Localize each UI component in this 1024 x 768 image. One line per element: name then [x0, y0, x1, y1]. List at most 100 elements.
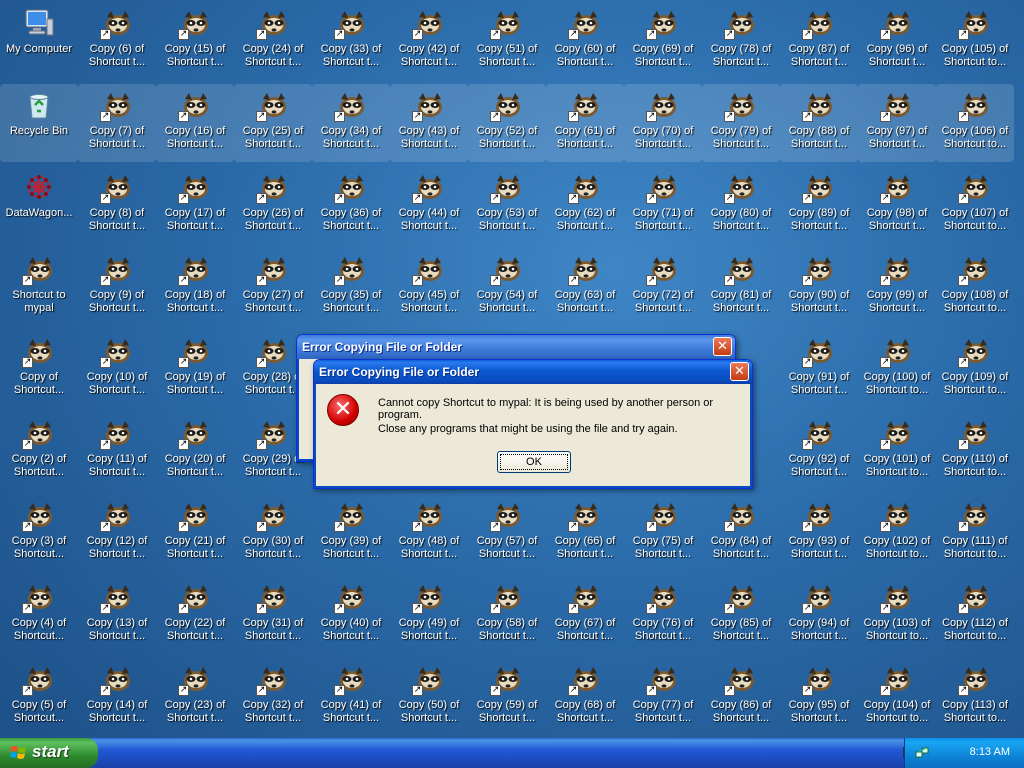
desktop-shortcut[interactable]: ↗ Copy (112) of Shortcut to... — [936, 576, 1014, 654]
desktop-shortcut[interactable]: ↗ Copy (90) of Shortcut t... — [780, 248, 858, 326]
desktop-shortcut[interactable]: ↗ Copy (31) of Shortcut t... — [234, 576, 312, 654]
desktop-shortcut[interactable]: ↗ Copy (41) of Shortcut t... — [312, 658, 390, 736]
desktop-shortcut[interactable]: ↗ Copy (49) of Shortcut t... — [390, 576, 468, 654]
desktop-shortcut[interactable]: ↗ Copy (78) of Shortcut t... — [702, 2, 780, 80]
desktop-shortcut[interactable]: ↗ Copy (34) of Shortcut t... — [312, 84, 390, 162]
desktop-shortcut[interactable]: ↗ Copy (7) of Shortcut t... — [78, 84, 156, 162]
desktop-shortcut[interactable]: ↗ Copy (3) of Shortcut... — [0, 494, 78, 572]
desktop-shortcut[interactable]: ↗ Copy (62) of Shortcut t... — [546, 166, 624, 244]
desktop-shortcut[interactable]: ↗ Copy (21) of Shortcut t... — [156, 494, 234, 572]
desktop-shortcut[interactable]: ↗ Copy (8) of Shortcut t... — [78, 166, 156, 244]
desktop-shortcut[interactable]: ↗ Copy (51) of Shortcut t... — [468, 2, 546, 80]
desktop-shortcut[interactable]: ↗ Copy (109) of Shortcut to... — [936, 330, 1014, 408]
desktop-shortcut[interactable]: ↗ Copy (19) of Shortcut t... — [156, 330, 234, 408]
desktop-shortcut[interactable]: ↗ Copy (54) of Shortcut t... — [468, 248, 546, 326]
desktop-shortcut[interactable]: ↗ Copy (50) of Shortcut t... — [390, 658, 468, 736]
desktop-shortcut[interactable]: ↗ Copy (105) of Shortcut to... — [936, 2, 1014, 80]
desktop-shortcut[interactable]: ↗ Copy (67) of Shortcut t... — [546, 576, 624, 654]
start-button[interactable]: start — [0, 738, 98, 768]
desktop-shortcut[interactable]: ↗ Copy (25) of Shortcut t... — [234, 84, 312, 162]
desktop-shortcut[interactable]: ↗ Copy (61) of Shortcut t... — [546, 84, 624, 162]
desktop-shortcut[interactable]: ↗ Copy (101) of Shortcut to... — [858, 412, 936, 490]
close-icon[interactable]: ✕ — [730, 362, 749, 381]
desktop-shortcut[interactable]: ↗ Copy (79) of Shortcut t... — [702, 84, 780, 162]
desktop-shortcut[interactable]: ↗ Copy (88) of Shortcut t... — [780, 84, 858, 162]
desktop-shortcut[interactable]: ↗ Copy (24) of Shortcut t... — [234, 2, 312, 80]
desktop-shortcut[interactable]: ↗ Copy (97) of Shortcut t... — [858, 84, 936, 162]
desktop-shortcut[interactable]: ↗ Copy (77) of Shortcut t... — [624, 658, 702, 736]
desktop-shortcut[interactable]: ↗ Copy (40) of Shortcut t... — [312, 576, 390, 654]
close-icon[interactable]: ✕ — [713, 337, 732, 356]
desktop-shortcut[interactable]: ↗ Copy (48) of Shortcut t... — [390, 494, 468, 572]
desktop-shortcut[interactable]: ↗ Copy (95) of Shortcut t... — [780, 658, 858, 736]
desktop-shortcut[interactable]: ↗ Copy (70) of Shortcut t... — [624, 84, 702, 162]
desktop-shortcut[interactable]: ↗ Copy (96) of Shortcut t... — [858, 2, 936, 80]
desktop-shortcut[interactable]: ↗ Copy (98) of Shortcut t... — [858, 166, 936, 244]
desktop-shortcut[interactable]: ↗ Copy (102) of Shortcut to... — [858, 494, 936, 572]
desktop-shortcut[interactable]: ↗ Copy (5) of Shortcut... — [0, 658, 78, 736]
desktop-shortcut[interactable]: ↗ Copy (16) of Shortcut t... — [156, 84, 234, 162]
desktop-shortcut[interactable]: ↗ Copy (57) of Shortcut t... — [468, 494, 546, 572]
desktop-shortcut[interactable]: ↗ Copy (103) of Shortcut to... — [858, 576, 936, 654]
desktop-shortcut[interactable]: ↗ Copy (108) of Shortcut to... — [936, 248, 1014, 326]
desktop-shortcut[interactable]: ↗ Copy (66) of Shortcut t... — [546, 494, 624, 572]
desktop-shortcut[interactable]: ↗ Copy (80) of Shortcut t... — [702, 166, 780, 244]
desktop-shortcut[interactable]: ↗ Copy (69) of Shortcut t... — [624, 2, 702, 80]
desktop-shortcut[interactable]: ↗ Copy (45) of Shortcut t... — [390, 248, 468, 326]
desktop-shortcut[interactable]: ↗ Copy (30) of Shortcut t... — [234, 494, 312, 572]
desktop-shortcut[interactable]: ↗ Copy (53) of Shortcut t... — [468, 166, 546, 244]
desktop-shortcut[interactable]: ↗ Shortcut to mypal — [0, 248, 78, 326]
desktop-shortcut[interactable]: ↗ Copy (113) of Shortcut to... — [936, 658, 1014, 736]
desktop-shortcut[interactable]: ↗ Copy (13) of Shortcut t... — [78, 576, 156, 654]
desktop-shortcut[interactable]: ↗ Copy (106) of Shortcut to... — [936, 84, 1014, 162]
desktop-shortcut[interactable]: ↗ Copy (76) of Shortcut t... — [624, 576, 702, 654]
desktop-shortcut[interactable]: ↗ Copy (36) of Shortcut t... — [312, 166, 390, 244]
desktop-shortcut[interactable]: ↗ Copy (35) of Shortcut t... — [312, 248, 390, 326]
desktop-shortcut[interactable]: ↗ Copy (10) of Shortcut t... — [78, 330, 156, 408]
desktop-shortcut[interactable]: ↗ Copy (9) of Shortcut t... — [78, 248, 156, 326]
desktop-shortcut[interactable]: ↗ Copy (93) of Shortcut t... — [780, 494, 858, 572]
ok-button[interactable]: OK — [497, 451, 571, 473]
desktop-shortcut[interactable]: ↗ Copy (12) of Shortcut t... — [78, 494, 156, 572]
desktop-shortcut[interactable]: ↗ Copy (22) of Shortcut t... — [156, 576, 234, 654]
desktop-shortcut[interactable]: ↗ Copy (81) of Shortcut t... — [702, 248, 780, 326]
desktop-shortcut[interactable]: ↗ Copy (18) of Shortcut t... — [156, 248, 234, 326]
desktop-shortcut[interactable]: ↗ Copy (94) of Shortcut t... — [780, 576, 858, 654]
desktop-shortcut[interactable]: ↗ Copy (100) of Shortcut to... — [858, 330, 936, 408]
desktop-shortcut[interactable]: ↗ Copy (91) of Shortcut t... — [780, 330, 858, 408]
desktop-shortcut[interactable]: ↗ Copy (52) of Shortcut t... — [468, 84, 546, 162]
desktop-shortcut[interactable]: ↗ Copy (32) of Shortcut t... — [234, 658, 312, 736]
desktop-shortcut[interactable]: ↗ Copy (71) of Shortcut t... — [624, 166, 702, 244]
desktop-shortcut[interactable]: ↗ Copy (23) of Shortcut t... — [156, 658, 234, 736]
desktop-shortcut[interactable]: ↗ Copy (110) of Shortcut to... — [936, 412, 1014, 490]
desktop-shortcut[interactable]: ↗ Copy (104) of Shortcut to... — [858, 658, 936, 736]
desktop-shortcut[interactable]: ↗ Copy (85) of Shortcut t... — [702, 576, 780, 654]
desktop-shortcut[interactable]: ↗ Copy (68) of Shortcut t... — [546, 658, 624, 736]
desktop-shortcut[interactable]: ↗ Copy (72) of Shortcut t... — [624, 248, 702, 326]
desktop-shortcut[interactable]: ↗ Copy (11) of Shortcut t... — [78, 412, 156, 490]
desktop-shortcut[interactable]: My Computer — [0, 2, 78, 80]
desktop-shortcut[interactable]: ↗ Copy (33) of Shortcut t... — [312, 2, 390, 80]
desktop-shortcut[interactable]: ↗ Copy (14) of Shortcut t... — [78, 658, 156, 736]
desktop-shortcut[interactable]: ↗ Copy (39) of Shortcut t... — [312, 494, 390, 572]
desktop-shortcut[interactable]: ↗ Copy (4) of Shortcut... — [0, 576, 78, 654]
desktop-shortcut[interactable]: DataWagon... — [0, 166, 78, 244]
error-dialog[interactable]: Error Copying File or Folder ✕ ✕ Cannot … — [313, 359, 753, 489]
desktop-shortcut[interactable]: ↗ Copy (44) of Shortcut t... — [390, 166, 468, 244]
desktop-shortcut[interactable]: ↗ Copy (86) of Shortcut t... — [702, 658, 780, 736]
desktop-shortcut[interactable]: ↗ Copy (42) of Shortcut t... — [390, 2, 468, 80]
desktop-shortcut[interactable]: ↗ Copy (111) of Shortcut to... — [936, 494, 1014, 572]
desktop-shortcut[interactable]: ↗ Copy (27) of Shortcut t... — [234, 248, 312, 326]
desktop-shortcut[interactable]: ↗ Copy (2) of Shortcut... — [0, 412, 78, 490]
desktop-shortcut[interactable]: ↗ Copy (63) of Shortcut t... — [546, 248, 624, 326]
desktop-shortcut[interactable]: ↗ Copy (43) of Shortcut t... — [390, 84, 468, 162]
desktop-shortcut[interactable]: ↗ Copy (89) of Shortcut t... — [780, 166, 858, 244]
desktop-shortcut[interactable]: ↗ Copy (99) of Shortcut t... — [858, 248, 936, 326]
clock[interactable]: 8:13 AM — [970, 746, 1010, 758]
desktop-shortcut[interactable]: ↗ Copy (92) of Shortcut t... — [780, 412, 858, 490]
desktop-shortcut[interactable]: ↗ Copy (107) of Shortcut to... — [936, 166, 1014, 244]
network-icon[interactable] — [915, 746, 929, 760]
desktop-shortcut[interactable]: ↗ Copy (58) of Shortcut t... — [468, 576, 546, 654]
desktop-shortcut[interactable]: ↗ Copy (60) of Shortcut t... — [546, 2, 624, 80]
desktop-shortcut[interactable]: ↗ Copy (59) of Shortcut t... — [468, 658, 546, 736]
